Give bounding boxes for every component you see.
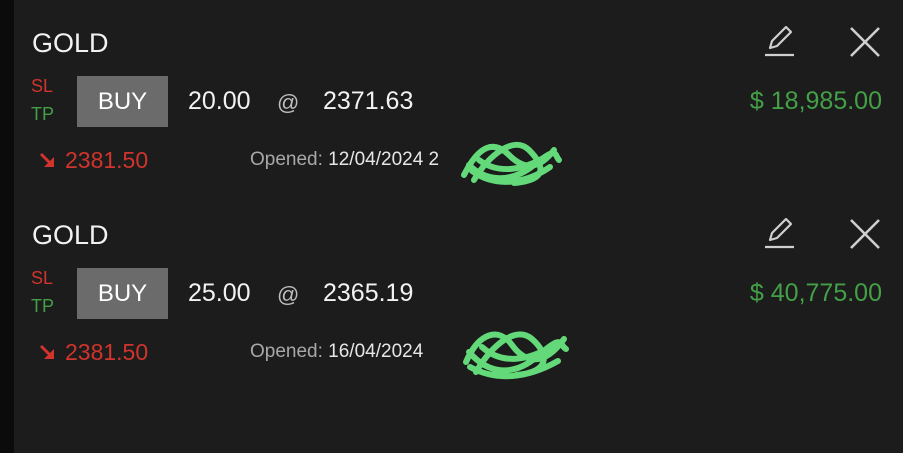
positions-panel: GOLD SL TP BUY 20.00 @ 2371.63 $ 18,985.… [14,0,903,453]
symbol-label: GOLD [32,28,109,58]
opened-label: Opened: [250,149,329,170]
arrow-down-right-icon [39,344,54,359]
opened-label: Opened: [250,341,329,362]
close-position-button[interactable] [847,216,883,252]
side-badge: BUY [77,76,168,127]
opened-date: 16/04/2024 [328,341,424,362]
position-card[interactable]: GOLD SL TP BUY 25.00 @ 2365.19 $ 40,775.… [14,192,903,384]
open-price: 2365.19 [323,279,414,307]
current-price: 2381.50 [39,147,148,174]
redaction-scribble [463,331,569,380]
tp-label: TP [31,104,55,124]
volume-value: 25.00 [188,279,251,307]
profit-value: $ 18,985.00 [749,87,882,115]
symbol-label: GOLD [32,220,109,250]
close-position-button[interactable] [847,24,883,60]
sl-label: SL [31,268,54,288]
open-price: 2371.63 [323,87,414,115]
edit-button[interactable] [759,20,799,60]
opened-date: 12/04/2024 2 [328,149,440,170]
arrow-down-right-icon [39,152,54,167]
current-price: 2381.50 [39,339,148,366]
current-price-value: 2381.50 [65,339,149,365]
close-icon [850,27,880,57]
tp-label: TP [31,296,55,316]
at-symbol: @ [277,282,300,307]
volume-value: 20.00 [188,87,251,115]
current-price-value: 2381.50 [65,147,149,173]
sl-label: SL [31,76,54,96]
opened-time: Opened: 16/04/2024 [250,341,423,363]
position-card[interactable]: GOLD SL TP BUY 20.00 @ 2371.63 $ 18,985.… [14,0,903,192]
close-icon [850,219,880,249]
side-badge: BUY [77,268,168,319]
profit-value: $ 40,775.00 [749,279,882,307]
pencil-icon [765,217,794,249]
redaction-scribble [461,141,562,186]
pencil-icon [765,25,794,57]
opened-time: Opened: 12/04/2024 2 [250,149,439,171]
edit-button[interactable] [759,212,799,252]
at-symbol: @ [277,90,300,115]
